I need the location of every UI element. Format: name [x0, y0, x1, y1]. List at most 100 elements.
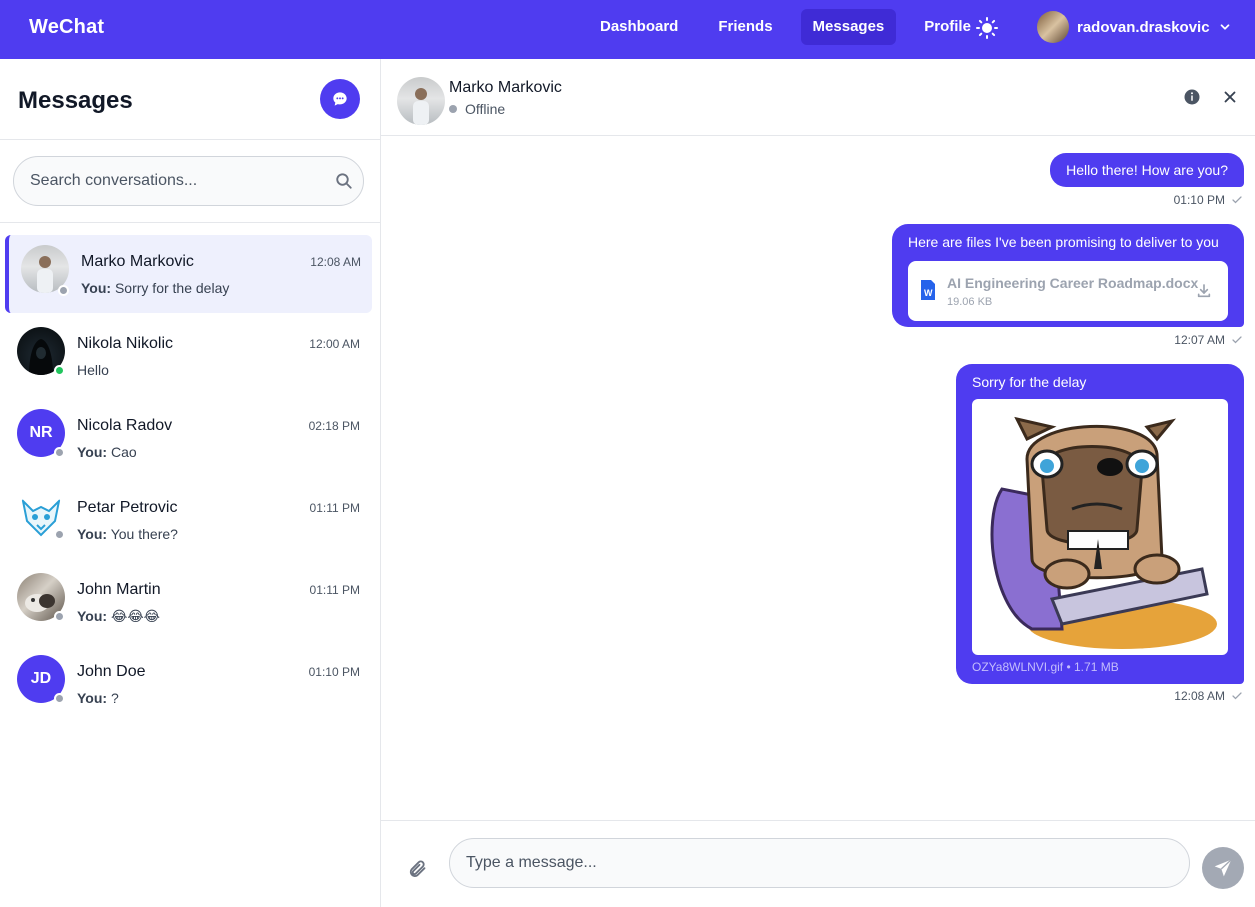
- message-meta: 12:07 AM: [1174, 333, 1243, 347]
- file-attachment[interactable]: W AI Engineering Career Roadmap.docx 19.…: [908, 261, 1228, 321]
- image-caption: OZYa8WLNVI.gif • 1.71 MB: [972, 660, 1119, 674]
- sidebar-divider: [0, 139, 380, 140]
- close-icon[interactable]: [1221, 88, 1239, 106]
- status-dot: [54, 611, 65, 622]
- conversation-time: 01:11 PM: [309, 583, 360, 597]
- chat-panel: Marko Markovic Offline Hello there! How …: [381, 59, 1255, 907]
- new-chat-button[interactable]: [320, 79, 360, 119]
- check-icon: [1232, 336, 1242, 344]
- chevron-down-icon: [1220, 24, 1229, 30]
- conversation-name: Petar Petrovic: [77, 499, 178, 516]
- download-icon[interactable]: [1196, 283, 1212, 299]
- image-attachment[interactable]: [972, 399, 1228, 655]
- main-nav: Dashboard Friends Messages Profile: [588, 9, 999, 45]
- paperclip-icon[interactable]: [407, 859, 427, 879]
- send-button[interactable]: [1202, 847, 1244, 889]
- you-prefix: You:: [77, 526, 108, 542]
- conversation-item[interactable]: NR Nicola Radov 02:18 PM You: Cao: [0, 399, 380, 481]
- chat-bubble-icon: [333, 92, 347, 106]
- conversation-item[interactable]: John Martin 01:11 PM You: 😂😂😂: [0, 563, 380, 645]
- word-document-icon: W: [921, 280, 935, 300]
- nav-messages[interactable]: Messages: [800, 9, 897, 45]
- file-name: AI Engineering Career Roadmap.docx: [947, 275, 1199, 291]
- chat-contact-status: Offline: [449, 101, 505, 117]
- conversation-name: Nikola Nikolic: [77, 335, 174, 352]
- info-icon[interactable]: [1183, 88, 1201, 106]
- message-text: Sorry for the delay: [972, 374, 1087, 390]
- conversation-item[interactable]: Petar Petrovic 01:11 PM You: You there?: [0, 481, 380, 563]
- message-time: 12:07 AM: [1174, 333, 1225, 347]
- pug-sticker-image: [990, 416, 1217, 649]
- conversation-name: John Martin: [77, 581, 161, 598]
- conversation-preview: You: Cao: [77, 444, 137, 460]
- sidebar-divider: [0, 222, 380, 223]
- search-icon[interactable]: [335, 172, 353, 190]
- preview-text: Cao: [110, 444, 137, 460]
- conversation-name: Nicola Radov: [77, 417, 173, 434]
- you-prefix: You:: [81, 280, 112, 296]
- chat-header: Marko Markovic Offline: [381, 59, 1255, 136]
- nav-friends[interactable]: Friends: [706, 9, 784, 45]
- user-menu[interactable]: radovan.draskovic: [1037, 11, 1232, 43]
- preview-text: ?: [110, 690, 119, 706]
- status-dot: [54, 365, 65, 376]
- conversation-preview: You: You there?: [77, 526, 178, 542]
- conversations-sidebar: Messages Marko Markovic 12:08 AM You: So…: [0, 59, 381, 907]
- message-text: Hello there! How are you?: [1066, 162, 1228, 178]
- conversation-name: Marko Markovic: [81, 253, 194, 270]
- search-input[interactable]: [30, 157, 330, 205]
- conversation-time: 12:00 AM: [309, 337, 360, 351]
- sun-icon[interactable]: [975, 16, 999, 40]
- search-box: [13, 156, 364, 206]
- conversation-list: Marko Markovic 12:08 AM You: Sorry for t…: [0, 235, 380, 727]
- you-prefix: You:: [77, 608, 108, 624]
- status-dot: [449, 105, 457, 113]
- message-input[interactable]: [466, 839, 1166, 887]
- nav-dashboard[interactable]: Dashboard: [588, 9, 690, 45]
- message-time: 01:10 PM: [1173, 193, 1225, 207]
- preview-text: 😂😂😂: [110, 608, 161, 624]
- status-dot: [58, 285, 69, 296]
- conversation-name: John Doe: [77, 663, 146, 680]
- message-meta: 01:10 PM: [1174, 193, 1243, 207]
- preview-text: Sorry for the delay: [114, 280, 230, 296]
- status-dot: [54, 529, 65, 540]
- message-field-wrapper: [449, 838, 1190, 888]
- file-size: 19.06 KB: [947, 296, 993, 308]
- message-bubble: Sorry for the delay OZYa8WLNVI.gif • 1.7…: [956, 364, 1244, 684]
- preview-text: Hello: [77, 362, 109, 378]
- brand-logo[interactable]: WeChat: [29, 16, 104, 39]
- conversation-preview: You: 😂😂😂: [77, 608, 160, 625]
- conversation-item[interactable]: Marko Markovic 12:08 AM You: Sorry for t…: [5, 235, 372, 313]
- avatar: [397, 77, 445, 125]
- chat-contact-name: Marko Markovic: [449, 79, 562, 96]
- sidebar-title: Messages: [18, 87, 133, 114]
- conversation-time: 01:10 PM: [308, 665, 360, 679]
- conversation-time: 12:08 AM: [310, 255, 361, 269]
- user-avatar: [1037, 11, 1069, 43]
- conversation-item[interactable]: JD John Doe 01:10 PM You: ?: [0, 645, 380, 727]
- user-name: radovan.draskovic: [1077, 18, 1210, 36]
- status-dot: [54, 447, 65, 458]
- message-time: 12:08 AM: [1174, 689, 1225, 703]
- message-composer: [381, 820, 1255, 907]
- conversation-preview: Hello: [77, 362, 109, 378]
- status-text: Offline: [465, 101, 506, 117]
- message-bubble: Hello there! How are you?: [1050, 153, 1244, 187]
- message-text: Here are files I've been promising to de…: [908, 234, 1219, 250]
- conversation-preview: You: ?: [77, 690, 119, 706]
- conversation-time: 02:18 PM: [308, 419, 360, 433]
- you-prefix: You:: [77, 690, 108, 706]
- preview-text: You there?: [110, 526, 178, 542]
- message-bubble: Here are files I've been promising to de…: [892, 224, 1244, 327]
- conversation-preview: You: Sorry for the delay: [81, 280, 229, 296]
- send-icon: [1214, 859, 1232, 877]
- you-prefix: You:: [77, 444, 108, 460]
- top-navbar: WeChat Dashboard Friends Messages Profil…: [0, 0, 1255, 59]
- nav-profile[interactable]: Profile: [912, 9, 983, 45]
- status-dot: [54, 693, 65, 704]
- conversation-item[interactable]: Nikola Nikolic 12:00 AM Hello: [0, 317, 380, 399]
- check-icon: [1232, 692, 1242, 700]
- message-meta: 12:08 AM: [1174, 689, 1243, 703]
- svg-text:W: W: [924, 288, 933, 298]
